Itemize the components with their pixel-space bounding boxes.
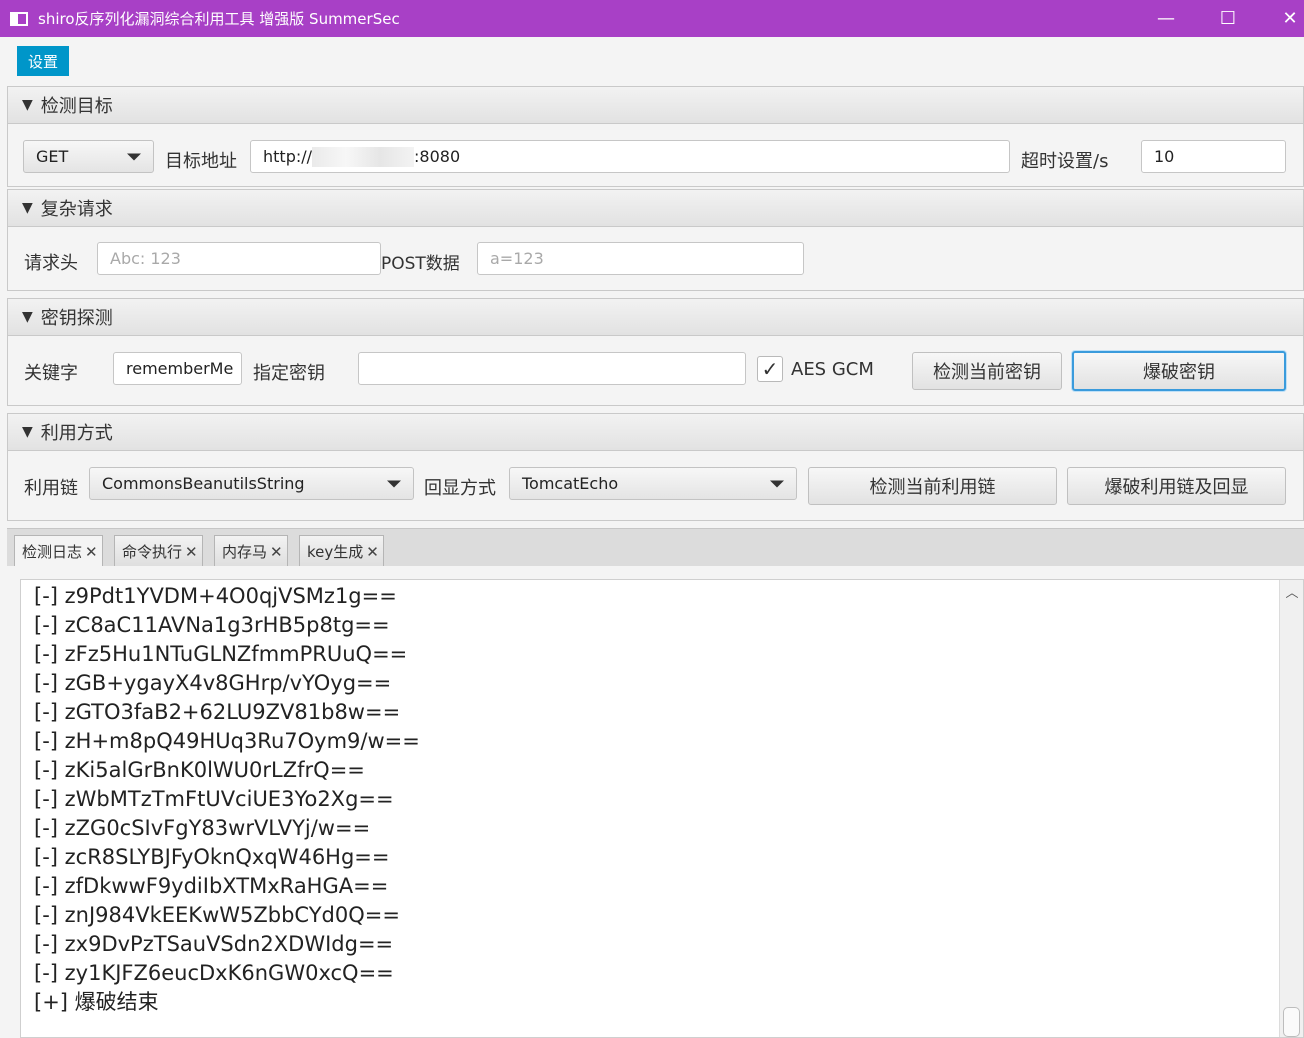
post-label: POST数据 [381,254,460,274]
headers-label: 请求头 [24,253,78,274]
log-line: [-] zKi5alGrBnK0lWU0rLZfrQ== [34,758,365,782]
method-select-value: GET [36,147,69,166]
url-prefix: http:// [263,147,313,166]
specified-key-label: 指定密钥 [253,363,325,384]
timeout-input[interactable]: 10 [1141,140,1286,173]
chevron-down-icon [770,480,784,487]
chevron-down-icon [387,480,401,487]
log-line: [-] zcR8SLYBJFyOknQxqW46Hg== [34,845,390,869]
check-icon: ✓ [761,357,779,381]
keyword-label: 关键字 [24,363,78,384]
aes-gcm-checkbox[interactable]: ✓ [757,356,783,382]
aes-gcm-label: AES GCM [791,359,874,380]
section-key: ▼ 密钥探测 关键字 rememberMe 指定密钥 ✓ AES GCM 检测当… [7,298,1304,406]
echo-select-value: TomcatEcho [522,474,619,493]
url-suffix: :8080 [414,147,461,166]
log-line: [-] zH+m8pQ49HUq3Ru7Oym9/w== [34,729,420,753]
section-complex-header[interactable]: ▼ 复杂请求 [8,190,1303,227]
brute-key-button[interactable]: 爆破密钥 [1072,351,1286,391]
post-input[interactable]: a=123 [477,242,804,275]
check-chain-button[interactable]: 检测当前利用链 [808,467,1057,505]
timeout-label: 超时设置/s [1021,151,1109,172]
collapse-arrow-icon: ▼ [22,97,33,113]
log-line: [-] zGB+ygayX4v8GHrp/vYOyg== [34,671,392,695]
tab-bar: 检测日志 ✕ 命令执行 ✕ 内存马 ✕ key生成 ✕ [7,528,1304,567]
url-input[interactable]: http:// :8080 [250,140,1010,173]
log-line: [-] zWbMTzTmFtUVciUE3Yo2Xg== [34,787,394,811]
log-line: [-] zx9DvPzTSauVSdn2XDWIdg== [34,932,394,956]
url-label: 目标地址 [165,151,237,172]
maximize-button[interactable]: ☐ [1203,0,1253,37]
close-icon[interactable]: ✕ [270,543,283,561]
menu-bar: 设置 [0,37,1304,82]
tab-label: 命令执行 [122,543,183,561]
section-target-title: 检测目标 [40,96,113,117]
log-line: [-] zfDkwwF9ydiIbXTMxRaHGA== [34,874,389,898]
check-key-button[interactable]: 检测当前密钥 [912,352,1062,390]
log-pane: [-] z9Pdt1YVDM+4O0qjVSMz1g== [-] zC8aC11… [7,566,1304,1038]
log-line: [-] znJ984VkEEKwW5ZbbCYd0Q== [34,903,400,927]
timeout-value: 10 [1154,147,1175,166]
specified-key-input[interactable] [358,352,746,385]
close-icon[interactable]: ✕ [366,543,379,561]
close-icon[interactable]: ✕ [85,543,98,561]
window-title: shiro反序列化漏洞综合利用工具 增强版 SummerSec [38,10,400,28]
minimize-button[interactable]: — [1141,0,1191,37]
method-select[interactable]: GET [23,140,154,173]
app-icon [10,11,28,26]
tab-detect-log[interactable]: 检测日志 ✕ [14,535,103,567]
keyword-value: rememberMe [126,359,234,378]
post-placeholder: a=123 [490,249,544,268]
log-line: [-] zC8aC11AVNa1g3rHB5p8tg== [34,613,390,637]
chevron-down-icon [127,153,141,160]
section-complex: ▼ 复杂请求 请求头 Abc: 123 POST数据 a=123 [7,189,1304,291]
vertical-scrollbar[interactable]: ︿ [1279,580,1303,1037]
log-line: [-] zZG0cSIvFgY83wrVLVYj/w== [34,816,371,840]
section-exploit-title: 利用方式 [40,423,113,444]
log-line: [+] 爆破结束 [34,990,159,1014]
scrollbar-thumb[interactable] [1283,1007,1300,1037]
log-line: [-] z9Pdt1YVDM+4O0qjVSMz1g== [34,584,397,608]
redacted-host [312,146,415,167]
collapse-arrow-icon: ▼ [22,200,33,216]
close-icon[interactable]: ✕ [185,543,198,561]
echo-select[interactable]: TomcatEcho [509,467,797,500]
headers-placeholder: Abc: 123 [110,249,181,268]
chevron-up-icon[interactable]: ︿ [1280,582,1303,602]
chain-select[interactable]: CommonsBeanutilsString [89,467,414,500]
chain-label: 利用链 [24,478,78,499]
section-exploit: ▼ 利用方式 利用链 CommonsBeanutilsString 回显方式 T… [7,413,1304,521]
log-lines: [-] z9Pdt1YVDM+4O0qjVSMz1g== [-] zC8aC11… [34,582,420,1017]
log-line: [-] zy1KJFZ6eucDxK6nGW0xcQ== [34,961,394,985]
section-target: ▼ 检测目标 GET 目标地址 http:// :8080 超时设置/s 10 [7,86,1304,187]
section-target-header[interactable]: ▼ 检测目标 [8,87,1303,124]
keyword-input[interactable]: rememberMe [113,352,242,385]
menu-settings[interactable]: 设置 [17,46,69,76]
echo-label: 回显方式 [424,478,496,499]
tab-memshell[interactable]: 内存马 ✕ [214,535,288,567]
section-key-title: 密钥探测 [40,308,113,329]
section-exploit-header[interactable]: ▼ 利用方式 [8,414,1303,451]
title-bar: shiro反序列化漏洞综合利用工具 增强版 SummerSec — ☐ ✕ [0,0,1304,37]
log-textarea[interactable]: [-] z9Pdt1YVDM+4O0qjVSMz1g== [-] zC8aC11… [20,579,1304,1038]
brute-chain-button[interactable]: 爆破利用链及回显 [1067,467,1286,505]
collapse-arrow-icon: ▼ [22,424,33,440]
section-key-header[interactable]: ▼ 密钥探测 [8,299,1303,336]
log-line: [-] zFz5Hu1NTuGLNZfmmPRUuQ== [34,642,408,666]
headers-input[interactable]: Abc: 123 [97,242,381,275]
section-complex-title: 复杂请求 [40,199,113,220]
close-button[interactable]: ✕ [1265,0,1304,37]
collapse-arrow-icon: ▼ [22,309,33,325]
tab-label: key生成 [307,543,364,561]
tab-key-gen[interactable]: key生成 ✕ [299,535,384,567]
chain-select-value: CommonsBeanutilsString [102,474,305,493]
log-line: [-] zGTO3faB2+62LU9ZV81b8w== [34,700,401,724]
tab-command-exec[interactable]: 命令执行 ✕ [114,535,203,567]
tab-label: 检测日志 [22,543,83,561]
tab-label: 内存马 [222,543,268,561]
